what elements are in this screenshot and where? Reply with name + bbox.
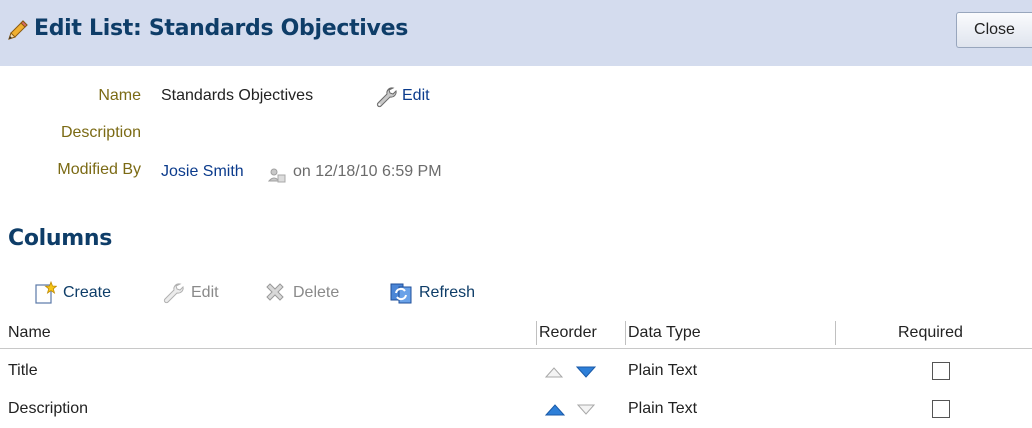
modified-user-link[interactable]: Josie Smith: [161, 163, 244, 181]
refresh-label: Refresh: [419, 284, 476, 301]
move-down-icon[interactable]: [576, 366, 596, 378]
create-icon: [35, 281, 57, 304]
row-name: Title: [8, 362, 38, 379]
edit-icon: [163, 283, 184, 304]
header-name[interactable]: Name: [8, 317, 51, 348]
modified-date: on 12/18/10 6:59 PM: [293, 163, 442, 180]
table-row[interactable]: Title Plain Text: [0, 352, 1032, 390]
header-reorder[interactable]: Reorder: [539, 317, 597, 348]
row-data-type: Plain Text: [628, 362, 698, 379]
table-row[interactable]: Description Plain Text: [0, 390, 1032, 428]
required-checkbox[interactable]: [932, 362, 950, 380]
dialog-header: Edit List: Standards Objectives Close: [0, 0, 1032, 66]
name-value: Standards Objectives: [161, 87, 314, 104]
move-down-icon: [577, 404, 595, 415]
edit-label: Edit: [191, 284, 219, 301]
name-label: Name: [98, 87, 141, 104]
user-status-icon: [268, 168, 286, 183]
columns-toolbar: Create Edit Delete Refresh: [0, 279, 1032, 307]
move-up-icon: [545, 367, 563, 378]
delete-icon: [266, 283, 284, 301]
wrench-icon[interactable]: [374, 85, 398, 109]
create-label: Create: [63, 284, 112, 301]
delete-label: Delete: [293, 284, 340, 301]
column-divider[interactable]: [625, 321, 626, 345]
description-label: Description: [60, 124, 141, 141]
columns-title: Columns: [8, 226, 113, 251]
edit-column-button[interactable]: Edit: [161, 279, 241, 307]
delete-button[interactable]: Delete: [263, 279, 363, 307]
create-button[interactable]: Create: [33, 279, 133, 307]
header-required[interactable]: Required: [898, 317, 963, 348]
row-name: Description: [8, 400, 89, 417]
close-button[interactable]: Close: [956, 12, 1032, 48]
modified-by-label: Modified By: [57, 161, 141, 178]
columns-table-header: Name Reorder Data Type Required: [0, 317, 1032, 349]
required-checkbox[interactable]: [932, 400, 950, 418]
page-title: Edit List: Standards Objectives: [34, 16, 409, 41]
edit-name-link[interactable]: Edit: [402, 87, 430, 105]
column-divider[interactable]: [835, 321, 836, 345]
refresh-button[interactable]: Refresh: [389, 279, 509, 307]
header-data-type[interactable]: Data Type: [628, 317, 701, 348]
column-divider[interactable]: [536, 321, 537, 345]
refresh-icon: [390, 283, 412, 304]
pencil-icon: [8, 20, 28, 40]
move-up-icon[interactable]: [545, 404, 565, 416]
row-data-type: Plain Text: [628, 400, 698, 417]
